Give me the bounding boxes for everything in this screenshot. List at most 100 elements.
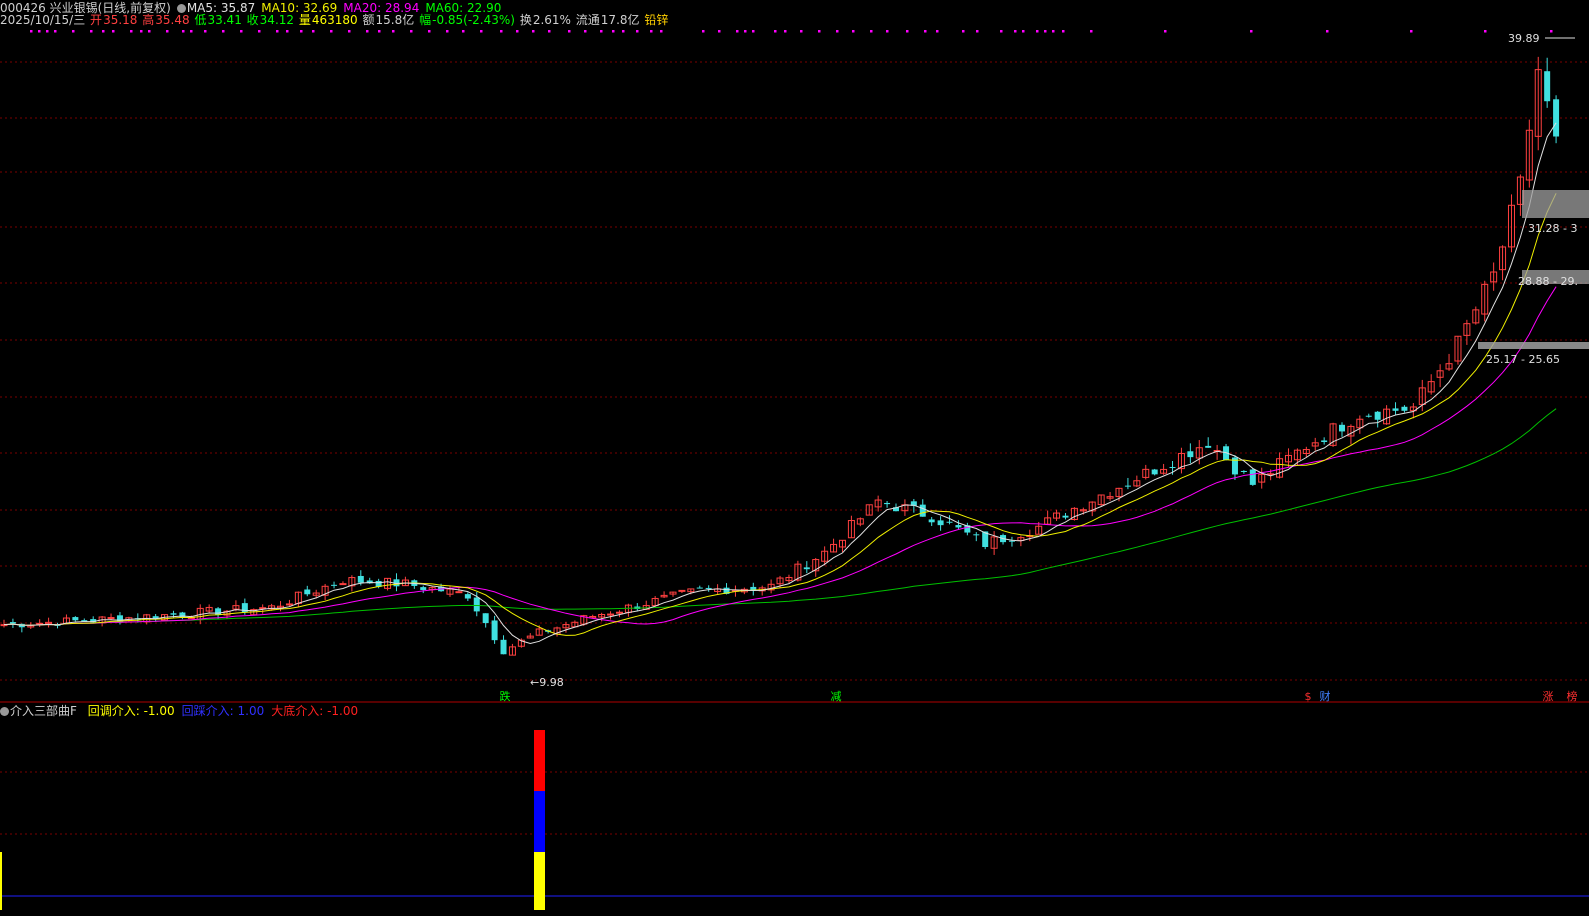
candle-down bbox=[473, 597, 480, 612]
signal-dot bbox=[286, 30, 289, 33]
indicator-item-1: 回踩介入: 1.00 bbox=[181, 704, 265, 718]
support-zone-3 bbox=[1478, 342, 1589, 349]
signal-dot bbox=[102, 30, 105, 33]
signal-dot bbox=[30, 30, 33, 33]
signal-dot bbox=[330, 30, 333, 33]
amount-label: 额 bbox=[362, 13, 375, 27]
candle-down bbox=[500, 639, 507, 655]
change-label: 幅 bbox=[419, 13, 432, 27]
candle-down bbox=[482, 613, 489, 624]
signal-dot bbox=[1014, 30, 1017, 33]
float-label: 流通 bbox=[575, 13, 600, 27]
signal-dot bbox=[72, 30, 75, 33]
candle-down bbox=[884, 502, 891, 505]
event-marker-0: 跌 bbox=[500, 689, 511, 703]
signal-dot bbox=[516, 30, 519, 33]
event-marker-4: 涨 bbox=[1543, 690, 1554, 703]
candle-up bbox=[455, 591, 463, 594]
signal-dot bbox=[190, 30, 193, 33]
signal-dot bbox=[204, 30, 207, 33]
signal-dot bbox=[1326, 30, 1329, 33]
event-marker-5: 榜 bbox=[1567, 689, 1578, 703]
sector-tag[interactable]: 铅锌 bbox=[644, 13, 668, 27]
signal-dot bbox=[462, 30, 465, 33]
signal-dot bbox=[612, 30, 615, 33]
low-label: 低 bbox=[194, 13, 207, 27]
change-value: -0.85(-2.43%) bbox=[432, 13, 515, 27]
candle-down bbox=[72, 617, 79, 621]
signal-dot bbox=[600, 30, 603, 33]
ma10-line bbox=[3, 193, 1557, 636]
signal-dot bbox=[1550, 30, 1553, 33]
candle-down bbox=[1321, 440, 1328, 442]
stock-chart-window: 39.89 31.28 - 3 28.88 - 29. 25.17 - 25.65 ←9… bbox=[0, 0, 1589, 916]
candle-down bbox=[1169, 467, 1176, 469]
signal-dot bbox=[1044, 30, 1047, 33]
signal-dot bbox=[1000, 30, 1003, 33]
candle-down bbox=[420, 587, 427, 590]
indicator-bar-blue bbox=[534, 791, 545, 852]
indicator-name[interactable]: 介入三部曲F bbox=[10, 704, 77, 718]
signal-dot bbox=[702, 30, 705, 33]
signal-dot bbox=[1164, 30, 1167, 33]
candle-down bbox=[1374, 411, 1381, 420]
indicator-bar-red bbox=[534, 730, 545, 791]
kline-chart[interactable]: 39.89 31.28 - 3 28.88 - 29. 25.17 - 25.65 ←9… bbox=[0, 0, 1589, 916]
signal-dot bbox=[548, 30, 551, 33]
signal-dot bbox=[1250, 30, 1253, 33]
ma5-line bbox=[3, 122, 1557, 645]
bar-date: 2025/10/15/三 bbox=[0, 13, 86, 27]
signal-dot bbox=[54, 30, 57, 33]
ohlc-info-line: 2025/10/15/三 开35.18 高35.48 低33.41 收34.12… bbox=[0, 13, 669, 27]
signal-dot bbox=[46, 30, 49, 33]
candle-down bbox=[973, 534, 980, 536]
low-price-label: ←9.98 bbox=[530, 676, 564, 689]
signal-dot bbox=[818, 30, 821, 33]
candle-down bbox=[9, 622, 16, 624]
candle-up bbox=[107, 617, 115, 620]
candle-down bbox=[1392, 408, 1399, 411]
low-value: 33.41 bbox=[207, 13, 242, 27]
settings-icon[interactable] bbox=[176, 4, 186, 13]
signal-dot bbox=[800, 30, 803, 33]
event-marker-2: $ bbox=[1305, 690, 1312, 703]
signal-dot bbox=[962, 30, 965, 33]
signal-dot bbox=[410, 30, 413, 33]
signal-dot bbox=[166, 30, 169, 33]
signal-dot bbox=[976, 30, 979, 33]
high-label: 高 bbox=[142, 13, 155, 27]
candle-down bbox=[705, 587, 712, 589]
candle-up bbox=[607, 613, 615, 616]
signal-dot bbox=[752, 30, 755, 33]
indicator-settings-icon[interactable] bbox=[0, 707, 9, 716]
candle-down bbox=[696, 587, 703, 589]
signal-dot bbox=[276, 30, 279, 33]
candle-up bbox=[259, 607, 267, 610]
candle-down bbox=[1365, 415, 1372, 417]
signal-dot bbox=[650, 30, 653, 33]
candle-down bbox=[1187, 451, 1194, 458]
candle-down bbox=[1553, 99, 1560, 137]
indicator-bar-edge bbox=[0, 852, 2, 910]
open-label: 开 bbox=[90, 13, 103, 27]
signal-dot bbox=[1062, 30, 1065, 33]
signal-dot bbox=[312, 30, 315, 33]
candle-down bbox=[946, 521, 953, 523]
candle-down bbox=[1124, 485, 1131, 487]
signal-dot bbox=[112, 30, 115, 33]
signal-dot bbox=[446, 30, 449, 33]
candle-down bbox=[241, 603, 248, 613]
signal-dot bbox=[852, 30, 855, 33]
signal-dot bbox=[774, 30, 777, 33]
candle-down bbox=[937, 520, 944, 526]
event-marker-1: 减 bbox=[831, 690, 842, 703]
signal-dot bbox=[924, 30, 927, 33]
signal-dot bbox=[886, 30, 889, 33]
candle-down bbox=[215, 608, 222, 616]
turnover-label: 换 bbox=[519, 13, 532, 27]
signal-dot bbox=[784, 30, 787, 33]
candle-up bbox=[678, 589, 686, 592]
candle-down bbox=[803, 567, 810, 570]
signal-dot bbox=[258, 30, 261, 33]
candle-down bbox=[955, 525, 962, 528]
